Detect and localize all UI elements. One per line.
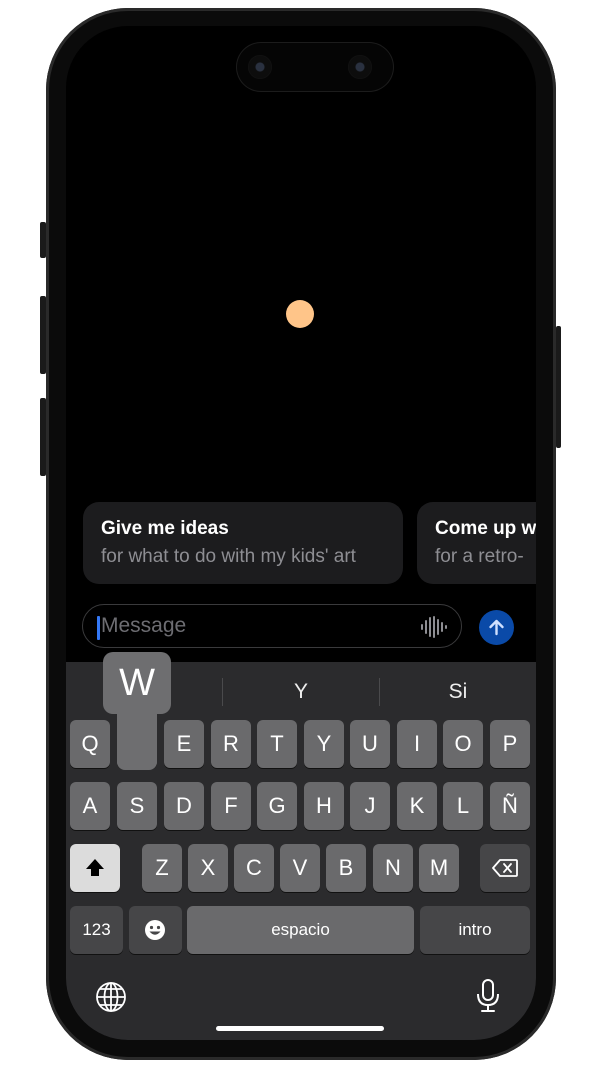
shift-key[interactable] xyxy=(70,844,120,892)
popup-letter: W xyxy=(103,652,171,714)
space-key[interactable]: espacio xyxy=(187,906,414,954)
delete-key[interactable] xyxy=(480,844,530,892)
emoji-key[interactable] xyxy=(129,906,182,954)
key-u[interactable]: U xyxy=(350,720,390,768)
emoji-icon xyxy=(145,920,165,940)
card-title: Give me ideas xyxy=(101,518,229,539)
card-title: Come up with xyxy=(435,518,536,539)
key-s[interactable]: S xyxy=(117,782,157,830)
key-a[interactable]: A xyxy=(70,782,110,830)
globe-icon[interactable] xyxy=(94,980,128,1014)
send-button[interactable] xyxy=(479,610,514,645)
key-g[interactable]: G xyxy=(257,782,297,830)
key-c[interactable]: C xyxy=(234,844,274,892)
arrow-up-icon xyxy=(489,619,504,636)
assistant-orb xyxy=(286,300,314,328)
sensor-icon xyxy=(348,55,372,79)
message-input[interactable]: Message xyxy=(82,604,462,648)
screen: Give me ideas for what to do with my kid… xyxy=(66,26,536,1040)
key-f[interactable]: F xyxy=(211,782,251,830)
suggestion-cards: Give me ideas for what to do with my kid… xyxy=(83,502,536,584)
key-n[interactable]: N xyxy=(373,844,413,892)
shift-icon xyxy=(86,859,104,876)
key-z[interactable]: Z xyxy=(142,844,182,892)
camera-icon xyxy=(248,55,272,79)
key-k[interactable]: K xyxy=(397,782,437,830)
dynamic-island xyxy=(236,42,394,92)
suggestion-card[interactable]: Come up with for a retro- xyxy=(417,502,536,584)
key-popup: W xyxy=(103,652,171,770)
card-subtitle: for what to do with my kids' art xyxy=(101,546,356,567)
home-indicator[interactable] xyxy=(216,1026,384,1031)
key-n-tilde[interactable]: Ñ xyxy=(490,782,530,830)
key-p[interactable]: P xyxy=(490,720,530,768)
delete-icon xyxy=(492,859,518,877)
message-placeholder: Message xyxy=(101,614,187,637)
text-caret xyxy=(97,616,100,640)
power-button xyxy=(556,326,561,448)
key-v[interactable]: V xyxy=(280,844,320,892)
suggestion-2[interactable]: Y xyxy=(223,674,379,710)
return-key[interactable]: intro xyxy=(420,906,530,954)
volume-up-button xyxy=(40,296,46,374)
mute-switch xyxy=(40,222,46,258)
key-o[interactable]: O xyxy=(443,720,483,768)
volume-down-button xyxy=(40,398,46,476)
key-b[interactable]: B xyxy=(326,844,366,892)
key-x[interactable]: X xyxy=(188,844,228,892)
suggestion-card[interactable]: Give me ideas for what to do with my kid… xyxy=(83,502,403,584)
key-h[interactable]: H xyxy=(304,782,344,830)
card-subtitle: for a retro- xyxy=(435,546,524,567)
key-l[interactable]: L xyxy=(443,782,483,830)
numbers-key[interactable]: 123 xyxy=(70,906,123,954)
key-t[interactable]: T xyxy=(257,720,297,768)
key-r[interactable]: R xyxy=(211,720,251,768)
microphone-icon[interactable] xyxy=(474,978,502,1014)
key-y[interactable]: Y xyxy=(304,720,344,768)
key-m[interactable]: M xyxy=(419,844,459,892)
key-d[interactable]: D xyxy=(164,782,204,830)
suggestion-3[interactable]: Si xyxy=(380,674,536,710)
key-j[interactable]: J xyxy=(350,782,390,830)
waveform-icon[interactable] xyxy=(421,616,447,638)
key-i[interactable]: I xyxy=(397,720,437,768)
